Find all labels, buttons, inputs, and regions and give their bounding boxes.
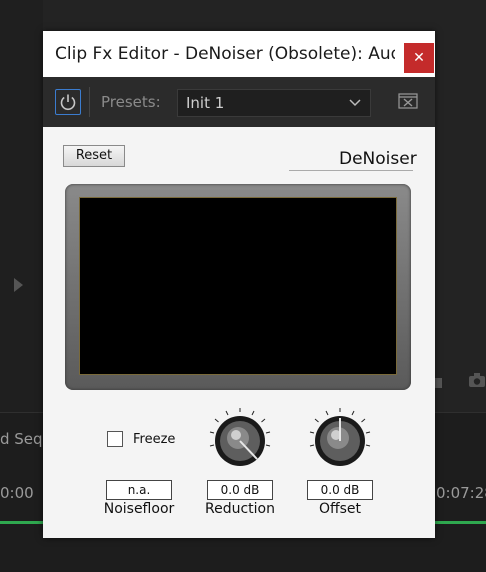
power-icon — [60, 94, 76, 111]
preset-value: Init 1 — [186, 94, 225, 112]
plugin-name: DeNoiser — [339, 149, 417, 169]
reset-button[interactable]: Reset — [63, 145, 125, 167]
timecode-left: 0:00 — [0, 484, 34, 502]
close-panel-icon[interactable] — [398, 93, 418, 109]
audio-meter-right — [435, 521, 486, 524]
reduction-value[interactable]: 0.0 dB — [207, 480, 273, 500]
offset-knob[interactable] — [307, 406, 373, 472]
reduction-knob[interactable] — [207, 406, 273, 472]
freeze-checkbox[interactable] — [107, 431, 123, 447]
close-button[interactable]: ✕ — [404, 43, 434, 73]
plugin-name-underline — [289, 170, 413, 171]
effect-toolbar: Presets: Init 1 — [43, 77, 435, 127]
reduction-label: Reduction — [205, 501, 275, 517]
timecode-right: 0:07:28 — [436, 484, 486, 502]
noisefloor-value: n.a. — [106, 480, 172, 500]
noisefloor-label: Noisefloor — [103, 501, 175, 517]
camera-icon[interactable] — [468, 372, 486, 388]
presets-dropdown[interactable]: Init 1 — [177, 89, 371, 117]
clip-fx-editor-window: Clip Fx Editor - DeNoiser (Obsolete): Au… — [43, 31, 435, 538]
offset-value[interactable]: 0.0 dB — [307, 480, 373, 500]
offset-label: Offset — [318, 501, 362, 517]
play-icon[interactable] — [14, 278, 23, 292]
window-titlebar[interactable]: Clip Fx Editor - DeNoiser (Obsolete): Au… — [43, 31, 435, 77]
window-title: Clip Fx Editor - DeNoiser (Obsolete): Au… — [55, 44, 395, 64]
sequence-label: d Seq — [0, 430, 43, 448]
audio-meter-left — [0, 521, 43, 524]
toolbar-separator — [89, 87, 90, 117]
freeze-label: Freeze — [133, 432, 176, 447]
spectrum-display — [79, 197, 397, 375]
power-button[interactable] — [55, 89, 81, 115]
plugin-panel: Reset DeNoiser Freeze 0.0 dB Reduction 0… — [43, 127, 435, 538]
chevron-down-icon — [349, 99, 361, 107]
presets-label: Presets: — [101, 93, 161, 111]
spectrum-display-frame — [65, 184, 411, 390]
